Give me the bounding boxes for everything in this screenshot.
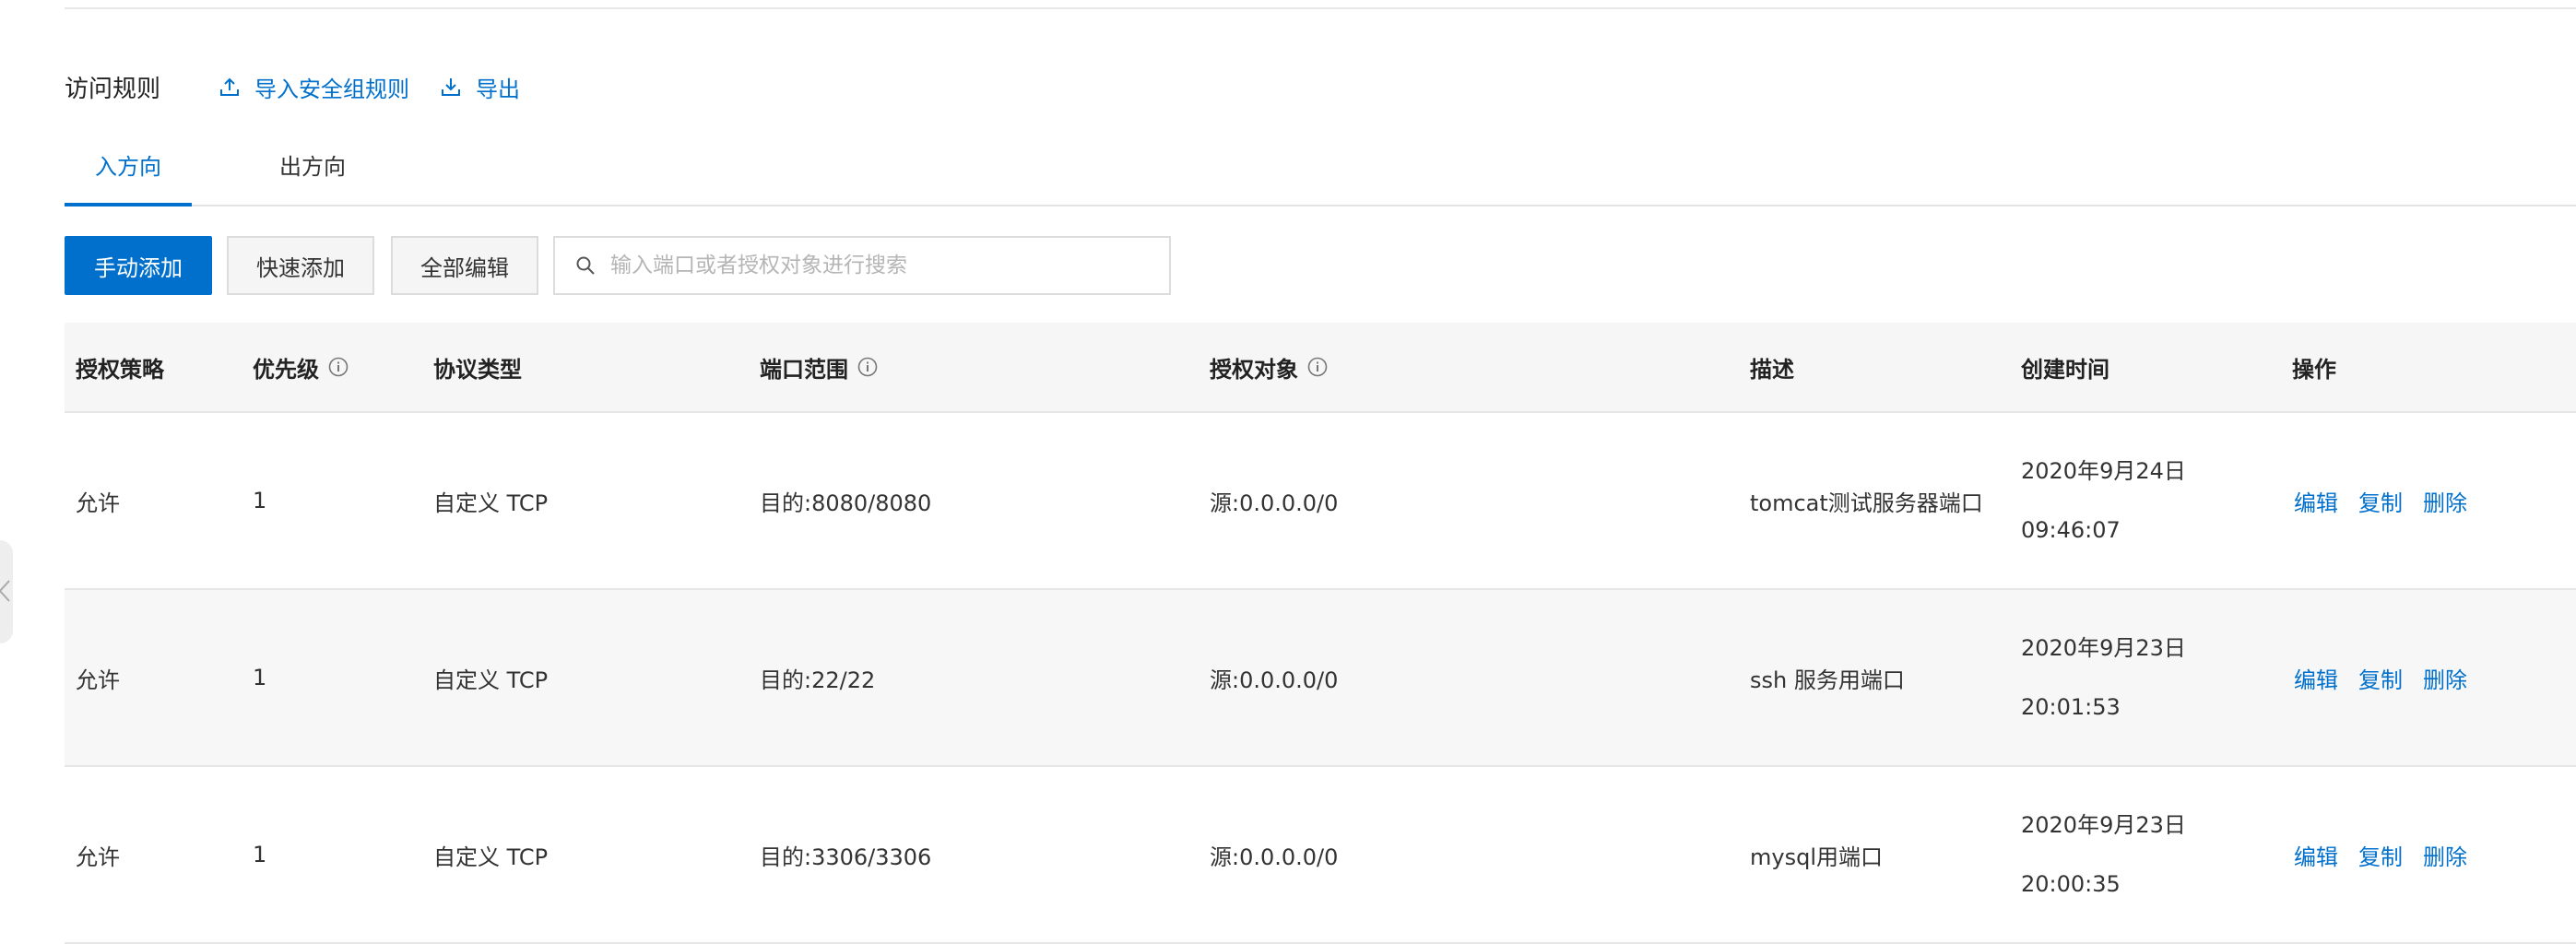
upload-icon bbox=[220, 77, 240, 96]
col-protocol: 协议类型 bbox=[433, 356, 522, 383]
cell-created-time: 2020年9月24日 09:46:07 bbox=[2021, 413, 2186, 588]
cell-priority: 1 bbox=[253, 488, 267, 513]
import-rules-link[interactable]: 导入安全组规则 bbox=[219, 71, 409, 103]
edit-link[interactable]: 编辑 bbox=[2294, 839, 2338, 871]
info-icon[interactable] bbox=[857, 357, 878, 377]
col-policy: 授权策略 bbox=[76, 356, 164, 383]
cell-policy: 允许 bbox=[76, 844, 120, 870]
created-date: 2020年9月24日 bbox=[2021, 458, 2186, 484]
created-date: 2020年9月23日 bbox=[2021, 635, 2186, 661]
col-created-time: 创建时间 bbox=[2021, 356, 2109, 383]
delete-link[interactable]: 删除 bbox=[2423, 485, 2467, 517]
cell-created-time: 2020年9月23日 20:00:35 bbox=[2021, 767, 2186, 942]
col-actions: 操作 bbox=[2292, 356, 2336, 383]
cell-priority: 1 bbox=[253, 665, 267, 690]
col-priority-label: 优先级 bbox=[253, 356, 319, 383]
chevron-left-icon bbox=[0, 580, 10, 602]
created-clock: 09:46:07 bbox=[2021, 517, 2121, 543]
section-title: 访问规则 bbox=[65, 75, 161, 103]
info-icon[interactable] bbox=[1307, 357, 1328, 377]
cell-auth-object: 源:0.0.0.0/0 bbox=[1210, 844, 1339, 870]
delete-link[interactable]: 删除 bbox=[2423, 662, 2467, 694]
collapse-handle[interactable] bbox=[0, 540, 13, 643]
table-row: 允许 1 自定义 TCP 目的:8080/8080 源:0.0.0.0/0 to… bbox=[65, 413, 2576, 590]
col-port-range-label: 端口范围 bbox=[760, 356, 848, 383]
cell-policy: 允许 bbox=[76, 490, 120, 516]
search-input[interactable] bbox=[610, 254, 1164, 277]
cell-description: mysql用端口 bbox=[1750, 844, 1883, 870]
direction-tabs: 入方向 出方向 bbox=[65, 148, 2576, 206]
cell-port-range: 目的:8080/8080 bbox=[760, 490, 932, 516]
cell-actions: 编辑 复制 删除 bbox=[2294, 767, 2487, 942]
cell-description: ssh 服务用端口 bbox=[1750, 667, 1905, 693]
cell-port-range: 目的:22/22 bbox=[760, 667, 876, 693]
top-divider bbox=[65, 7, 2576, 9]
col-priority: 优先级 bbox=[253, 323, 349, 411]
created-clock: 20:01:53 bbox=[2021, 694, 2121, 720]
import-rules-label: 导入安全组规则 bbox=[254, 76, 410, 102]
rules-header: 访问规则 导入安全组规则 导出 bbox=[65, 66, 551, 107]
cell-description: tomcat测试服务器端口 bbox=[1750, 490, 1983, 516]
cell-protocol: 自定义 TCP bbox=[433, 844, 549, 870]
edit-link[interactable]: 编辑 bbox=[2294, 485, 2338, 517]
col-port-range: 端口范围 bbox=[760, 323, 878, 411]
cell-policy: 允许 bbox=[76, 667, 120, 693]
cell-created-time: 2020年9月23日 20:01:53 bbox=[2021, 590, 2186, 765]
search-icon bbox=[576, 256, 595, 275]
active-tab-indicator bbox=[65, 203, 192, 206]
col-auth-object-label: 授权对象 bbox=[1210, 356, 1298, 383]
info-icon[interactable] bbox=[328, 357, 349, 377]
col-description: 描述 bbox=[1750, 356, 1794, 383]
cell-auth-object: 源:0.0.0.0/0 bbox=[1210, 667, 1339, 693]
export-link[interactable]: 导出 bbox=[441, 71, 520, 103]
copy-link[interactable]: 复制 bbox=[2358, 839, 2403, 871]
cell-protocol: 自定义 TCP bbox=[433, 667, 549, 693]
tab-outbound-label: 出方向 bbox=[279, 154, 346, 180]
col-auth-object: 授权对象 bbox=[1210, 323, 1328, 411]
table-header: 授权策略 优先级 协议类型 端口范围 授权对象 描述 创建时间 操作 bbox=[65, 323, 2576, 413]
table-row: 允许 1 自定义 TCP 目的:3306/3306 源:0.0.0.0/0 my… bbox=[65, 767, 2576, 944]
cell-priority: 1 bbox=[253, 842, 267, 867]
delete-link[interactable]: 删除 bbox=[2423, 839, 2467, 871]
tab-outbound[interactable]: 出方向 bbox=[249, 148, 376, 205]
cell-actions: 编辑 复制 删除 bbox=[2294, 590, 2487, 765]
tab-inbound-label: 入方向 bbox=[95, 154, 161, 180]
cell-port-range: 目的:3306/3306 bbox=[760, 844, 932, 870]
tab-inbound[interactable]: 入方向 bbox=[65, 148, 192, 206]
cell-protocol: 自定义 TCP bbox=[433, 490, 549, 516]
export-label: 导出 bbox=[476, 76, 521, 102]
cell-actions: 编辑 复制 删除 bbox=[2294, 413, 2487, 588]
search-box bbox=[553, 236, 1171, 295]
created-date: 2020年9月23日 bbox=[2021, 812, 2186, 838]
edit-all-button[interactable]: 全部编辑 bbox=[391, 236, 538, 295]
edit-link[interactable]: 编辑 bbox=[2294, 662, 2338, 694]
quick-add-button[interactable]: 快速添加 bbox=[227, 236, 374, 295]
table-row: 允许 1 自定义 TCP 目的:22/22 源:0.0.0.0/0 ssh 服务… bbox=[65, 590, 2576, 767]
created-clock: 20:00:35 bbox=[2021, 871, 2121, 897]
manual-add-button[interactable]: 手动添加 bbox=[65, 236, 212, 295]
cell-auth-object: 源:0.0.0.0/0 bbox=[1210, 490, 1339, 516]
rules-table: 授权策略 优先级 协议类型 端口范围 授权对象 描述 创建时间 操作 允许 1 … bbox=[65, 323, 2576, 944]
copy-link[interactable]: 复制 bbox=[2358, 662, 2403, 694]
copy-link[interactable]: 复制 bbox=[2358, 485, 2403, 517]
download-icon bbox=[442, 78, 461, 96]
